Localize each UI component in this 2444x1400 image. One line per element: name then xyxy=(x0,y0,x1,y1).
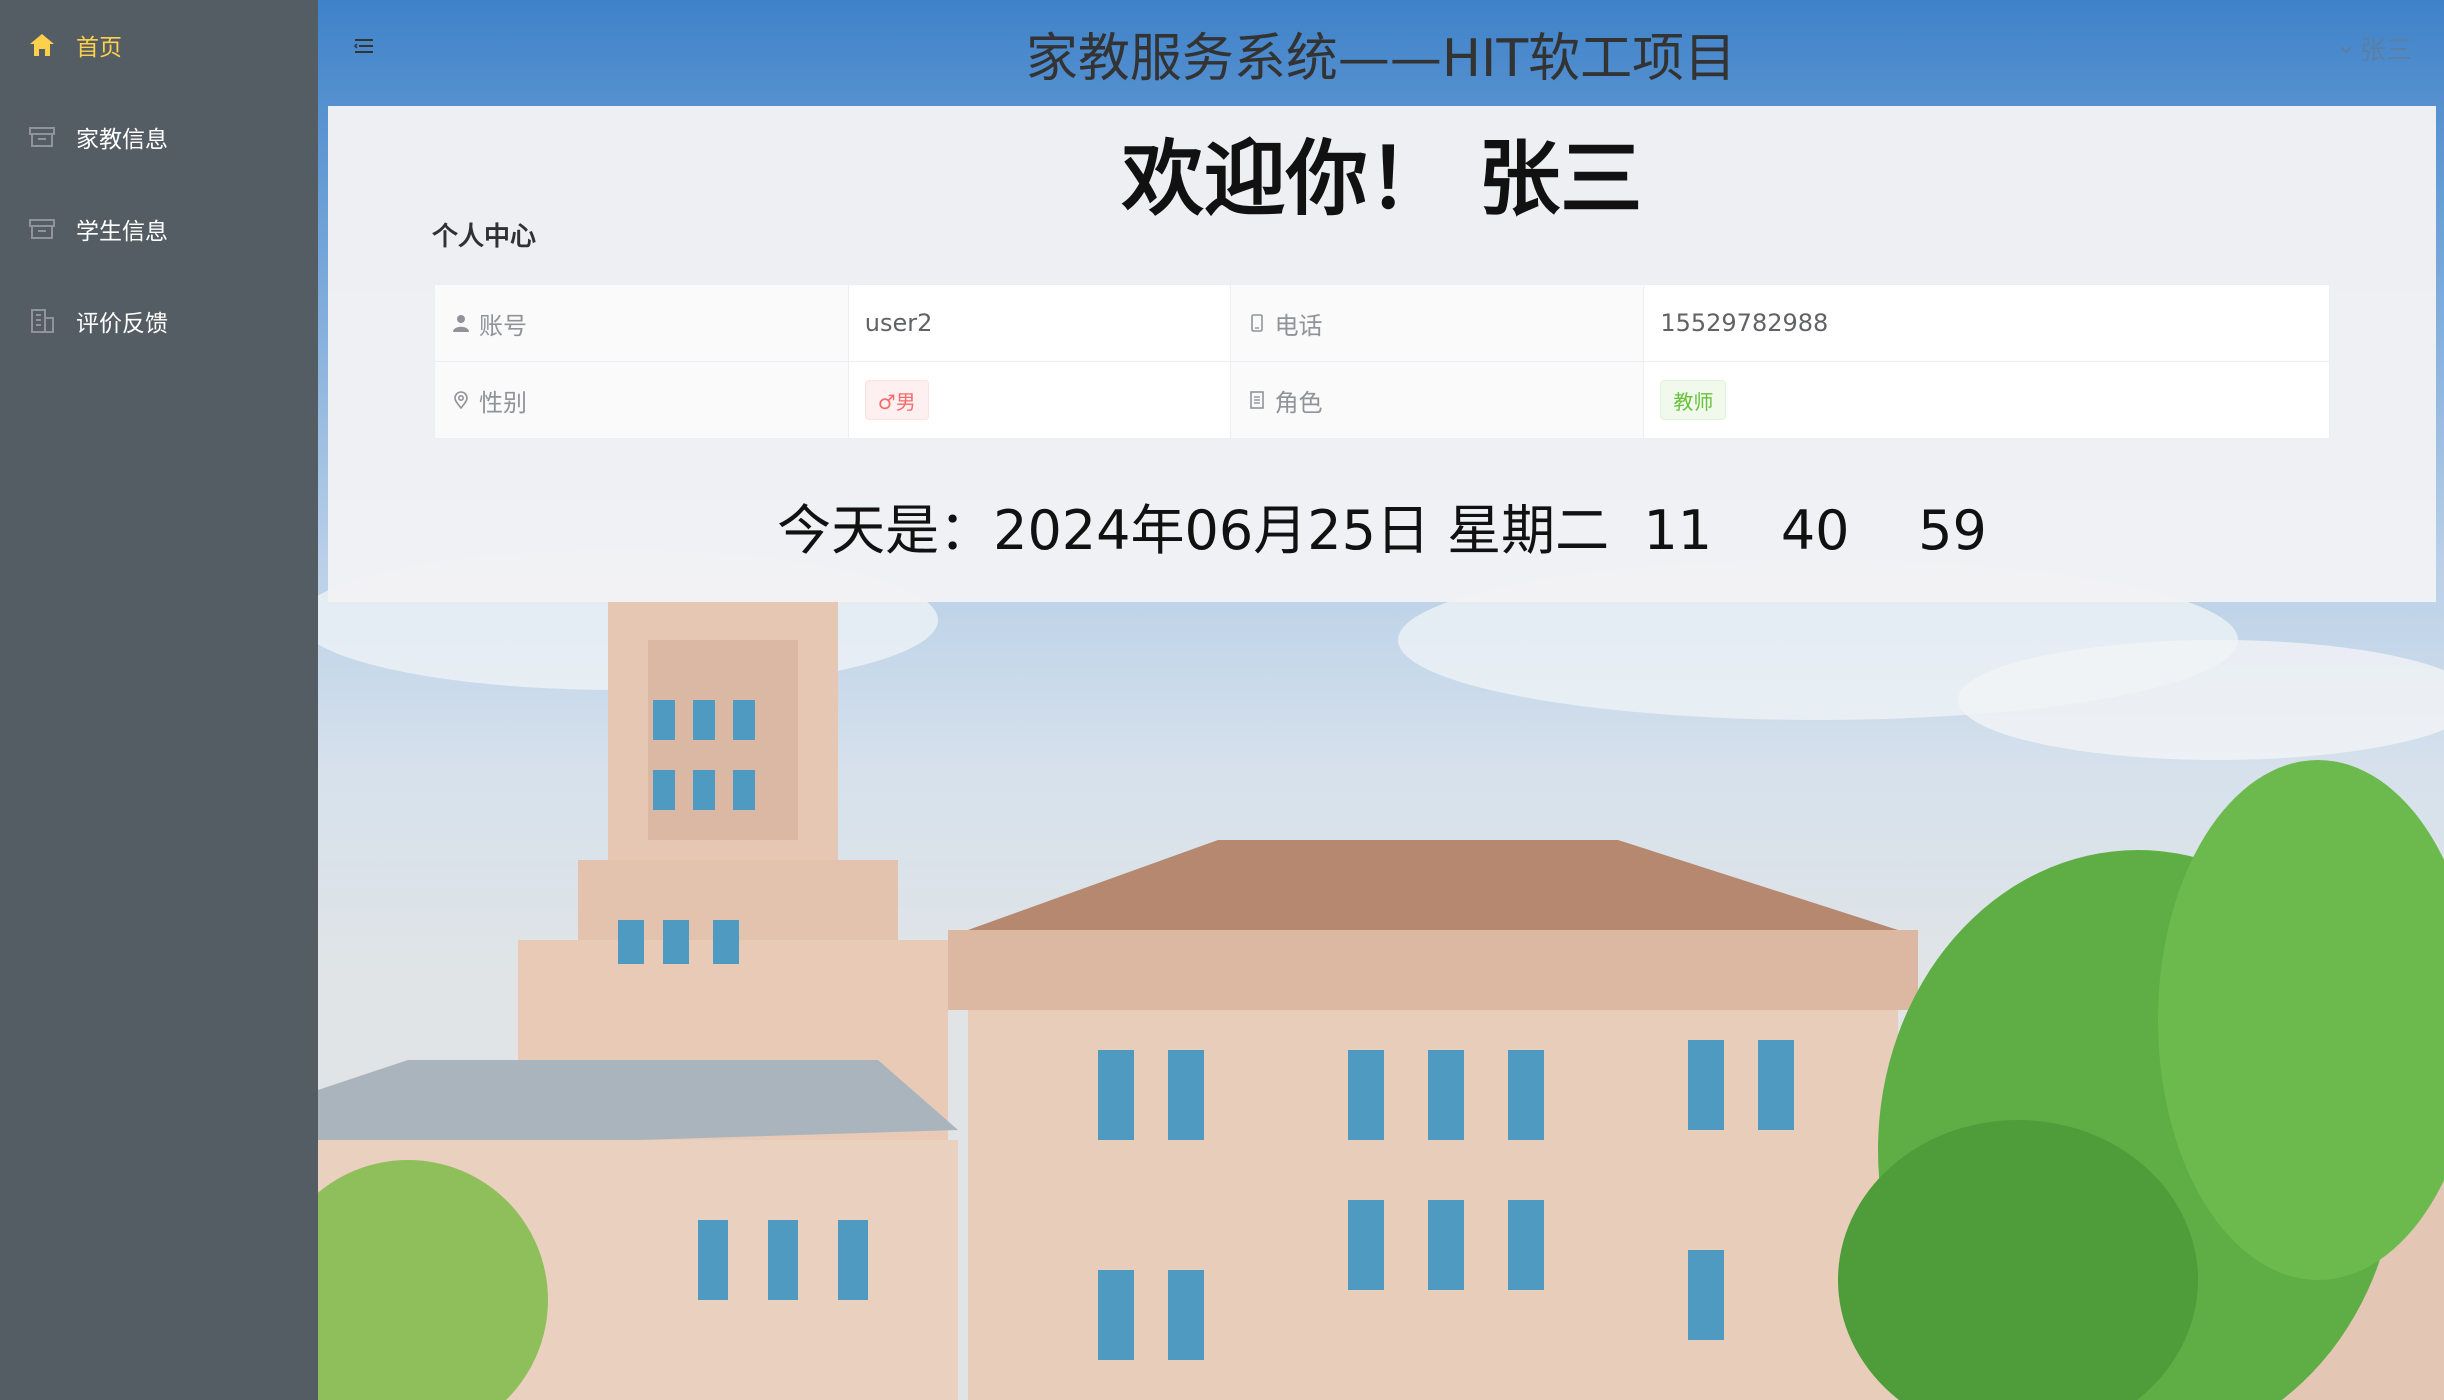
office-building-icon xyxy=(31,309,54,333)
sidebar-item-label: 评价反馈 xyxy=(76,311,168,337)
sidebar-item-tutor-info[interactable]: 家教信息 xyxy=(0,92,318,182)
phone-label-cell: 电话 xyxy=(1229,284,1645,362)
phone-value: 15529782988 xyxy=(1643,284,2330,362)
gender-label-cell: 性别 xyxy=(434,361,849,439)
role-label-cell: 角色 xyxy=(1229,361,1645,439)
sidebar-item-label: 学生信息 xyxy=(76,219,168,245)
sidebar-item-label: 首页 xyxy=(76,35,122,61)
box-icon xyxy=(29,219,55,239)
home-icon xyxy=(30,34,54,56)
user-dropdown[interactable]: 张三 xyxy=(2338,30,2412,67)
current-date-time: 今天是：2024年06月25日 星期二 11 40 59 xyxy=(777,499,1987,562)
role-value-cell: 教师 xyxy=(1643,361,2330,439)
account-label-cell: 账号 xyxy=(434,284,849,362)
location-icon xyxy=(454,391,468,410)
gender-tag: ♂男 xyxy=(864,380,929,420)
profile-row: 性别 ♂男 角色 教师 xyxy=(434,361,2330,439)
gender-value-cell: ♂男 xyxy=(847,361,1231,439)
user-icon xyxy=(453,315,469,332)
gender-label: 性别 xyxy=(479,388,527,417)
sidebar-item-home[interactable]: 首页 xyxy=(0,0,318,90)
sidebar-item-label: 家教信息 xyxy=(76,127,168,153)
document-icon xyxy=(1249,391,1264,409)
profile-descriptions: 账号 user2 电话 15529782988 性别 ♂男 角色 教师 xyxy=(434,284,2330,439)
personal-center-panel: 欢迎你！ 张三 个人中心 账号 user2 电话 15529782988 性别 … xyxy=(328,106,2436,602)
top-header: 家教服务系统——HIT软工项目 张三 xyxy=(318,0,2444,104)
account-label: 账号 xyxy=(479,311,527,340)
mobile-phone-icon xyxy=(1250,314,1263,332)
sidebar-item-student-info[interactable]: 学生信息 xyxy=(0,184,318,274)
app-title: 家教服务系统——HIT软工项目 xyxy=(1025,29,1737,89)
user-name: 张三 xyxy=(2359,36,2412,66)
account-value: user2 xyxy=(847,284,1231,362)
profile-row: 账号 user2 电话 15529782988 xyxy=(434,284,2330,362)
welcome-heading: 欢迎你！ 张三 xyxy=(1121,132,1643,227)
chevron-down-icon xyxy=(2340,45,2352,53)
sidebar-item-feedback[interactable]: 评价反馈 xyxy=(0,276,318,366)
role-label: 角色 xyxy=(1274,388,1323,417)
phone-label: 电话 xyxy=(1274,311,1323,340)
sidebar: 首页 家教信息 学生信息 评价反馈 xyxy=(0,0,318,1400)
role-tag: 教师 xyxy=(1660,380,1727,420)
box-icon xyxy=(29,127,55,147)
section-title: 个人中心 xyxy=(432,222,537,252)
